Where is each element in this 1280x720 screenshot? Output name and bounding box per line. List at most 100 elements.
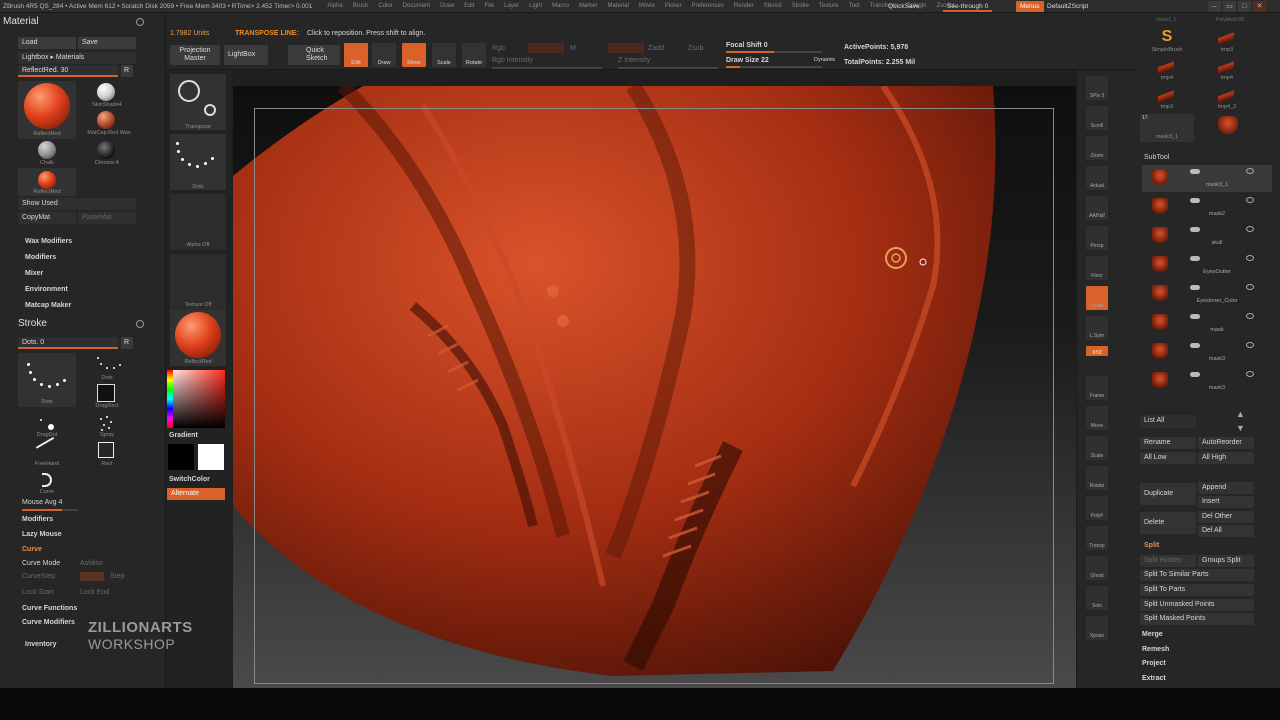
canvas-viewport[interactable] (233, 86, 1076, 688)
transpose-brush-tile[interactable] (170, 74, 226, 130)
matcap-sphere-icon[interactable] (97, 111, 115, 129)
curve-mode-button[interactable]: Curve Mode (22, 560, 60, 567)
duplicate-button[interactable]: Duplicate (1140, 483, 1196, 505)
mouse-avg-track[interactable] (22, 509, 78, 511)
lock-start-button[interactable]: Lock Start (22, 589, 54, 596)
split-parts-button[interactable]: Split To Parts (1140, 584, 1254, 596)
append-button[interactable]: Append (1198, 482, 1254, 494)
lightbox-button[interactable]: LightBox (224, 45, 268, 65)
r-button[interactable]: R (121, 65, 133, 77)
split-hidden-button[interactable]: Split Hidden (1140, 555, 1196, 567)
subtool-toggle[interactable] (1190, 285, 1200, 290)
shelf-polyf-button[interactable]: PolyF (1086, 496, 1108, 520)
eye-icon[interactable] (1246, 197, 1254, 203)
subtool-toggle[interactable] (1190, 314, 1200, 319)
default-zscript-button[interactable]: DefaultZScript (1043, 1, 1092, 12)
asfalso-button[interactable]: Asfalso (80, 560, 103, 567)
color-picker[interactable] (167, 370, 225, 428)
rect-stroke-icon[interactable] (98, 442, 114, 458)
lock-end-button[interactable]: Lock End (80, 589, 109, 596)
menu-brush[interactable]: Brush (348, 3, 374, 9)
shelf-xpose-button[interactable]: Xpose (1086, 616, 1108, 640)
subtool-item[interactable]: mask3 (1142, 339, 1272, 366)
shelf-aahalf-button[interactable]: AAHalf (1086, 196, 1108, 220)
rgb-button[interactable]: Rgb (492, 45, 505, 52)
del-all-button[interactable]: Del All (1198, 525, 1254, 537)
draw-tool[interactable]: Draw (372, 43, 396, 67)
mouse-avg-slider[interactable]: Mouse Avg 4 (22, 499, 62, 506)
tool-thumb-icon[interactable] (1218, 58, 1234, 74)
eye-icon[interactable] (1246, 168, 1254, 174)
shelf-l-sym-button[interactable]: L.Sym (1086, 316, 1108, 340)
split-similar-button[interactable]: Split To Similar Parts (1140, 569, 1254, 581)
menu-color[interactable]: Color (373, 3, 397, 9)
shelf-scroll-button[interactable]: Scroll (1086, 106, 1108, 130)
shelf-rotate-button[interactable]: Rotate (1086, 466, 1108, 490)
pin-icon[interactable] (136, 320, 144, 328)
subtool-toggle[interactable] (1190, 227, 1200, 232)
material-slider[interactable]: ReflectRed. 30 (18, 65, 118, 77)
subtool-item[interactable]: mask3_1 (1142, 165, 1272, 192)
shelf-frame-button[interactable]: Frame (1086, 376, 1108, 400)
copymat-button[interactable]: CopyMat (18, 212, 76, 224)
eye-icon[interactable] (1246, 255, 1254, 261)
subtool-toggle[interactable] (1190, 343, 1200, 348)
see-through-slider[interactable]: See-through 0 (943, 1, 993, 12)
menu-draw[interactable]: Draw (435, 3, 459, 9)
all-low-button[interactable]: All Low (1140, 452, 1196, 464)
subtool-item[interactable]: skull (1142, 223, 1272, 250)
menu-render[interactable]: Render (729, 3, 759, 9)
dragrect-stroke-icon[interactable] (97, 384, 115, 402)
menu-tool[interactable]: Tool (844, 3, 865, 9)
pastemat-button[interactable]: PasteMat (78, 212, 136, 224)
menu-texture[interactable]: Texture (814, 3, 844, 9)
menu-stroke[interactable]: Stroke (787, 3, 814, 9)
split-unmasked-button[interactable]: Split Unmasked Points (1140, 599, 1254, 611)
move-tool[interactable]: Move (402, 43, 426, 67)
curve-functions-section[interactable]: Curve Functions (22, 605, 77, 612)
subtool-item[interactable]: mask (1142, 310, 1272, 337)
shelf-move-button[interactable]: Move (1086, 406, 1108, 430)
autoreorder-button[interactable]: AutoReorder (1198, 437, 1254, 449)
dots-small-stroke-icon[interactable] (95, 355, 125, 375)
shelf-ghost-button[interactable]: Ghost (1086, 556, 1108, 580)
subtool-toggle[interactable] (1190, 256, 1200, 261)
shelf-transp-button[interactable]: Transp (1086, 526, 1108, 550)
stroke-dots-slider[interactable]: Dots. 0 (18, 337, 118, 349)
restore-icon[interactable]: ▭ (1223, 1, 1236, 12)
polymesh-thumb-icon[interactable] (1218, 116, 1238, 134)
menu-marker[interactable]: Marker (574, 3, 603, 9)
rename-button[interactable]: Rename (1140, 437, 1196, 449)
alternate-button[interactable]: Alternate (167, 488, 225, 500)
shelf-zoom-button[interactable]: Zoom (1086, 136, 1108, 160)
modifiers-section[interactable]: Modifiers (25, 254, 56, 261)
subtool-title[interactable]: SubTool (1144, 154, 1169, 161)
zadd-button[interactable] (608, 43, 644, 53)
subtool-item[interactable]: mask3 (1142, 368, 1272, 395)
curve-section[interactable]: Curve (22, 546, 42, 553)
hue-strip[interactable] (167, 370, 173, 428)
z-intensity-slider[interactable]: Z Intensity (618, 57, 650, 64)
tool-thumb-icon[interactable] (1218, 29, 1234, 45)
remesh-section[interactable]: Remesh (1142, 646, 1169, 653)
rgb-intensity-slider[interactable]: Rgb Intensity (492, 57, 533, 64)
split-section[interactable]: Split (1144, 542, 1159, 549)
shelf-solo-button[interactable]: Solo (1086, 586, 1108, 610)
show-used-button[interactable]: Show Used (18, 198, 136, 210)
menu-stencil[interactable]: Stencil (759, 3, 787, 9)
shelf-persp-button[interactable]: Persp (1086, 226, 1108, 250)
spray-stroke-icon[interactable] (98, 415, 116, 433)
close-icon[interactable]: ✕ (1253, 1, 1266, 12)
subtool-item[interactable]: EyesOutter (1142, 252, 1272, 279)
quicksave-button[interactable]: QuickSave (884, 1, 923, 12)
eye-icon[interactable] (1246, 313, 1254, 319)
groups-split-button[interactable]: Groups Split (1198, 555, 1254, 567)
maximize-icon[interactable]: □ (1238, 1, 1251, 12)
freehand-stroke-icon[interactable] (35, 436, 61, 460)
menu-macro[interactable]: Macro (547, 3, 574, 9)
modifiers-section[interactable]: Modifiers (22, 516, 53, 523)
material-palette-title[interactable]: Material (3, 16, 39, 27)
pin-icon[interactable] (136, 18, 144, 26)
eye-icon[interactable] (1246, 284, 1254, 290)
draw-size-slider[interactable]: Draw Size 22 (726, 57, 769, 64)
